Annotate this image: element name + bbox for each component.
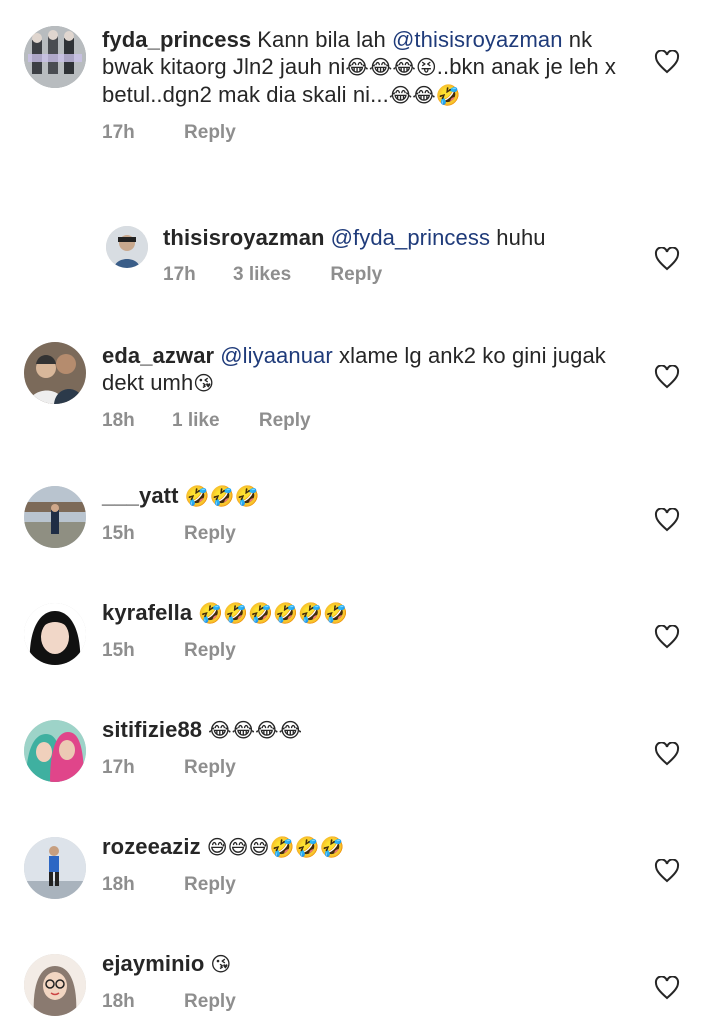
emoji-text: 😅😅😅🤣🤣🤣 — [206, 835, 345, 859]
comment-body-text: huhu — [490, 225, 546, 250]
avatar[interactable] — [24, 720, 86, 782]
comment-username[interactable]: fyda_princess — [102, 27, 251, 52]
comment-meta: 17h 3 likes Reply — [163, 264, 633, 286]
emoji-text: 😂😂😂😝 — [345, 55, 437, 79]
emoji-text: 😘 — [193, 371, 215, 395]
reply-button[interactable]: Reply — [259, 410, 311, 432]
comment-meta: 17h Reply — [102, 757, 642, 779]
comment-meta: 18h Reply — [102, 874, 642, 896]
mention-link[interactable]: @thisisroyazman — [392, 27, 563, 52]
heart-icon[interactable] — [654, 365, 680, 389]
comment-meta: 18h Reply — [102, 991, 642, 1013]
comment-text: rozeeaziz 😅😅😅🤣🤣🤣 — [102, 833, 642, 861]
comment-text: eda_azwar @liyaanuar xlame lg ank2 ko gin… — [102, 342, 642, 397]
heart-icon[interactable] — [654, 247, 680, 271]
emoji-text: 🤣🤣🤣 — [184, 484, 260, 508]
emoji-text: 🤣🤣🤣🤣🤣🤣 — [198, 601, 349, 625]
comment-username[interactable]: kyrafella — [102, 600, 192, 625]
reply-button[interactable]: Reply — [184, 122, 236, 144]
comment-time: 17h — [102, 122, 135, 143]
comment-text: sitifizie88 😂😂😂😂 — [102, 716, 642, 744]
heart-icon[interactable] — [654, 625, 680, 649]
avatar[interactable] — [106, 226, 148, 268]
comment-time: 18h — [102, 874, 135, 895]
heart-icon[interactable] — [654, 976, 680, 1000]
comment-meta: 18h 1 like Reply — [102, 410, 642, 432]
comment-time: 15h — [102, 640, 135, 661]
comment-time: 17h — [102, 757, 135, 778]
likes-count[interactable]: 1 like — [172, 410, 220, 432]
likes-count[interactable]: 3 likes — [233, 264, 291, 286]
avatar[interactable] — [24, 837, 86, 899]
avatar[interactable] — [24, 603, 86, 665]
heart-icon[interactable] — [654, 508, 680, 532]
comment-username[interactable]: ___yatt — [102, 483, 179, 508]
reply-button[interactable]: Reply — [330, 264, 382, 286]
comment-text: ___yatt 🤣🤣🤣 — [102, 482, 642, 510]
heart-icon[interactable] — [654, 859, 680, 883]
comment-username[interactable]: thisisroyazman — [163, 225, 325, 250]
reply-button[interactable]: Reply — [184, 874, 236, 896]
emoji-text: 😂😂🤣 — [388, 83, 461, 107]
heart-icon[interactable] — [654, 742, 680, 766]
comment-text: thisisroyazman @fyda_princess huhu — [163, 224, 633, 251]
mention-link[interactable]: @fyda_princess — [331, 225, 490, 250]
reply-button[interactable]: Reply — [184, 757, 236, 779]
reply-button[interactable]: Reply — [184, 523, 236, 545]
comment-time: 18h — [102, 410, 135, 431]
comment-username[interactable]: rozeeaziz — [102, 834, 201, 859]
comment-time: 15h — [102, 523, 135, 544]
comment-username[interactable]: ejayminio — [102, 951, 204, 976]
emoji-text: 😂😂😂😂 — [208, 718, 303, 742]
comment-username[interactable]: sitifizie88 — [102, 717, 202, 742]
comment-meta: 17h Reply — [102, 122, 642, 144]
comment-text: kyrafella 🤣🤣🤣🤣🤣🤣 — [102, 599, 642, 627]
comment-meta: 15h Reply — [102, 640, 642, 662]
comment-text: ejayminio 😘 — [102, 950, 642, 978]
comment-meta: 15h Reply — [102, 523, 642, 545]
comment-time: 17h — [163, 264, 196, 285]
mention-link[interactable]: @liyaanuar — [220, 343, 333, 368]
comment-body-text: Kann bila lah — [257, 27, 392, 52]
emoji-text: 😘 — [210, 952, 232, 976]
comment-time: 18h — [102, 991, 135, 1012]
heart-icon[interactable] — [654, 50, 680, 74]
avatar[interactable] — [24, 954, 86, 1016]
avatar[interactable] — [24, 26, 86, 88]
comment-username[interactable]: eda_azwar — [102, 343, 214, 368]
avatar[interactable] — [24, 342, 86, 404]
reply-button[interactable]: Reply — [184, 991, 236, 1013]
comment-text: fyda_princess Kann bila lah @thisisroyazm… — [102, 26, 642, 109]
reply-button[interactable]: Reply — [184, 640, 236, 662]
avatar[interactable] — [24, 486, 86, 548]
